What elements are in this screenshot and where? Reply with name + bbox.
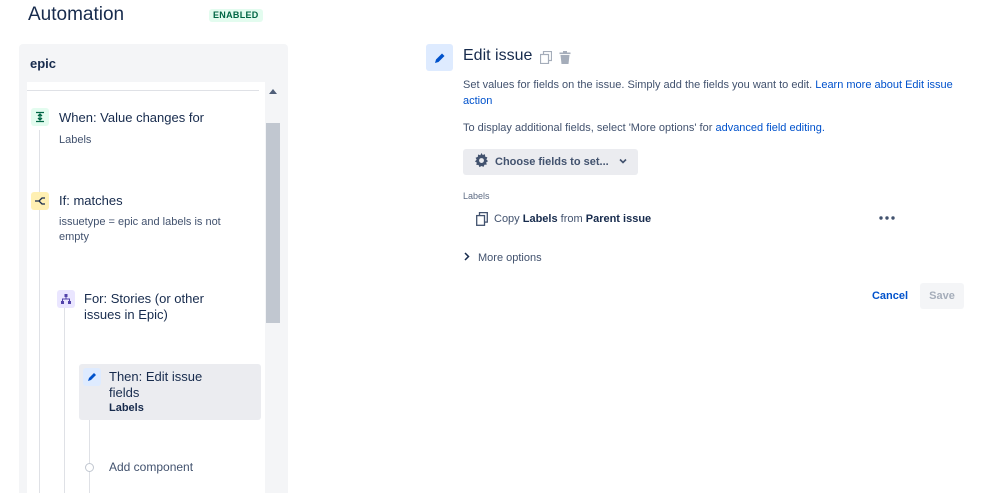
chevron-down-icon: [618, 156, 628, 169]
gear-icon: [474, 153, 489, 171]
rule-name: epic: [30, 56, 57, 71]
more-options-label: More options: [478, 252, 542, 264]
connector-line: [64, 298, 65, 493]
branch-icon: [57, 290, 75, 308]
pencil-icon: [83, 368, 101, 386]
page-title: Automation: [28, 4, 125, 25]
component-title: For: Stories (or other issues in Epic): [84, 291, 204, 322]
component-subtitle: Labels: [109, 402, 144, 414]
component-subtitle: issuetype = epic and labels is not empty: [59, 216, 221, 243]
copy-source: Parent issue: [585, 213, 652, 225]
copy-from: from: [560, 213, 583, 225]
trash-icon[interactable]: [558, 50, 572, 64]
save-button[interactable]: Save: [920, 283, 964, 309]
status-badge: ENABLED: [209, 9, 263, 22]
component-action[interactable]: Then: Edit issue fields Labels: [79, 364, 261, 420]
more-options-toggle[interactable]: More options: [464, 252, 542, 264]
advanced-editing-hint: To display additional fields, select 'Mo…: [463, 120, 963, 136]
rule-component-list: When: Value changes for Labels If: match…: [27, 82, 281, 493]
description-text: Set values for fields on the issue. Simp…: [463, 79, 813, 91]
add-component-label: Add component: [109, 460, 194, 474]
scrollbar-thumb[interactable]: [266, 123, 280, 323]
trigger-icon: [31, 108, 49, 126]
hint-text: To display additional fields, select 'Mo…: [463, 122, 713, 134]
chevron-right-icon: [464, 252, 470, 264]
more-actions-icon[interactable]: [878, 212, 898, 226]
component-title: If: matches: [59, 193, 123, 208]
divider: [27, 90, 259, 91]
copy-field: Labels: [522, 213, 558, 225]
choose-fields-button[interactable]: Choose fields to set...: [463, 149, 638, 175]
component-title: Then: Edit issue fields: [109, 369, 203, 400]
copy-icon: [476, 212, 488, 226]
copy-prefix: Copy: [494, 213, 520, 225]
rule-panel: epic When: Value changes for Labels If: …: [19, 44, 288, 493]
field-label: Labels: [463, 191, 490, 201]
condition-icon: [31, 192, 49, 210]
connector-line: [39, 130, 40, 493]
add-component-icon: [85, 463, 94, 472]
pencil-icon: [426, 44, 453, 71]
component-title: When: Value changes for: [59, 110, 205, 125]
scrollbar[interactable]: [265, 82, 281, 493]
scroll-up-arrow[interactable]: [269, 89, 277, 94]
choose-fields-label: Choose fields to set...: [495, 156, 609, 168]
copy-icon[interactable]: [539, 50, 553, 64]
advanced-field-editing-link[interactable]: advanced field editing.: [715, 122, 824, 134]
component-subtitle: Labels: [59, 134, 92, 146]
editor-description: Set values for fields on the issue. Simp…: [463, 77, 953, 109]
editor-title: Edit issue: [463, 47, 533, 64]
cancel-button[interactable]: Cancel: [866, 283, 914, 309]
labels-field-value[interactable]: Copy Labels from Parent issue: [476, 211, 651, 227]
